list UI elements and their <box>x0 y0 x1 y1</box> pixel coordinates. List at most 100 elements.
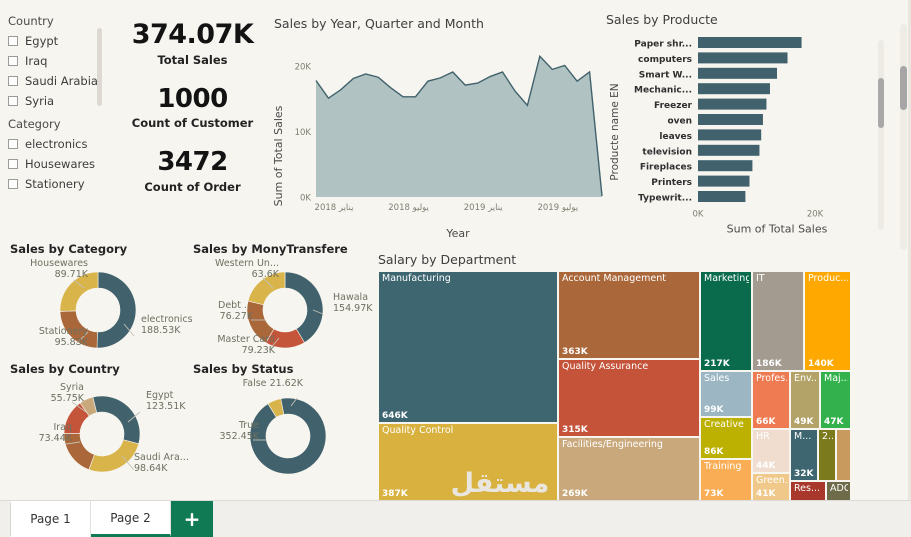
treemap-tile[interactable]: ADC <box>826 481 851 500</box>
donut-label-western-union: Western Un... 63.6K <box>193 258 279 280</box>
treemap-tile-label: Facilities/Engineering <box>562 439 663 450</box>
svg-text:0K: 0K <box>693 209 704 219</box>
treemap-tile-label: IT <box>756 273 765 284</box>
donut-label-housewares: Housewares 89.71K <box>12 258 88 280</box>
slicer-scrollbar[interactable] <box>97 28 102 106</box>
svg-text:يناير 2019: يناير 2019 <box>464 203 504 213</box>
bar-category-labels: Paper shr...computersSmart W...Mechanic.… <box>634 40 693 204</box>
donut-slices <box>250 398 326 474</box>
treemap-tile-value: 217K <box>704 359 730 369</box>
donut-sales-by-category[interactable]: Sales by Category Housewares 89.71K Stat… <box>10 242 190 364</box>
donut-label-egypt: Egypt 123.51K <box>146 390 185 412</box>
plus-icon: + <box>184 509 201 529</box>
donut-label-text: Hawala <box>333 292 368 303</box>
donut-label-text: Saudi Ara... <box>134 452 189 463</box>
page-tab-bar: Page 1 Page 2 + <box>0 500 911 537</box>
donut-label-master-card: Master Card 79.23K <box>193 334 275 356</box>
svg-text:Freezer: Freezer <box>654 101 693 111</box>
treemap-tile[interactable] <box>836 429 851 481</box>
kpi-label: Count of Order <box>120 180 265 194</box>
slicer-category-header: Category <box>8 117 116 131</box>
checkbox-icon[interactable] <box>8 56 18 66</box>
svg-text:Smart W...: Smart W... <box>639 70 692 80</box>
tab-label: Page 1 <box>30 512 71 526</box>
treemap-tile-value: 140K <box>808 359 834 369</box>
treemap-tile[interactable]: Account Management363K <box>558 271 700 359</box>
donut-sales-by-monytransfere[interactable]: Sales by MonyTransfere Western Un... 63.… <box>193 242 383 364</box>
treemap-tile[interactable]: Marketing217K <box>700 271 752 371</box>
tab-page-1[interactable]: Page 1 <box>11 501 91 537</box>
treemap-tile[interactable]: IT186K <box>752 271 804 371</box>
donut-sales-by-country[interactable]: Sales by Country Syria 55.75K Iraq 73.44… <box>10 362 190 492</box>
slicer-item-label: Syria <box>25 94 54 108</box>
slicer-item-label: Saudi Arabia <box>25 74 98 88</box>
treemap-tile[interactable]: Creative86K <box>700 417 752 459</box>
scrollbar-thumb[interactable] <box>900 66 907 110</box>
area-chart-plot: Sum of Total Sales 0K10K20K يناير 2018يو… <box>268 31 606 243</box>
checkbox-icon[interactable] <box>8 96 18 106</box>
donut-label-text: Stationery <box>39 326 88 337</box>
treemap-tile[interactable]: Profes...66K <box>752 371 790 429</box>
donut-label-value: 188.53K <box>141 325 180 336</box>
checkbox-icon[interactable] <box>8 179 18 189</box>
area-x-axis-ticks: يناير 2018يوليو 2018يناير 2019يوليو 2019 <box>315 203 579 213</box>
scrollbar-thumb[interactable] <box>878 78 884 128</box>
treemap-tile[interactable]: Quality Control387K <box>378 423 558 500</box>
donut-label-text: Western Un... <box>215 258 279 269</box>
treemap-title: Salary by Department <box>378 252 890 267</box>
treemap-tile-label: Training <box>704 461 742 472</box>
donut-label-false: False 21.62K <box>203 378 303 389</box>
bar-chart[interactable]: Sales by Producte Producte name EN Paper… <box>606 12 888 248</box>
treemap-tile-value: 315K <box>562 425 588 435</box>
treemap-tile[interactable]: Res... <box>790 481 826 500</box>
svg-text:0K: 0K <box>300 194 311 204</box>
checkbox-icon[interactable] <box>8 76 18 86</box>
treemap-tile-value: 99K <box>704 405 724 415</box>
slicer-item-electronics[interactable]: electronics <box>8 134 116 154</box>
bar-chart-scrollbar[interactable] <box>878 40 884 230</box>
slicer-category: Category electronics Housewares Statione… <box>8 117 116 194</box>
slicer-item-label: Housewares <box>25 157 95 171</box>
treemap-tile-value: 86K <box>704 447 724 457</box>
page-scrollbar[interactable] <box>900 24 907 250</box>
bar-series-group <box>698 37 802 202</box>
treemap-tile[interactable]: Facilities/Engineering269K <box>558 437 700 500</box>
svg-text:يناير 2018: يناير 2018 <box>315 203 355 213</box>
donut-title: Sales by Status <box>193 362 383 376</box>
treemap-tile-value: 47K <box>824 417 844 427</box>
checkbox-icon[interactable] <box>8 139 18 149</box>
donut-label-text: Iraq <box>53 422 72 433</box>
treemap-tile[interactable]: Sales99K <box>700 371 752 417</box>
donut-sales-by-status[interactable]: Sales by Status False 21.62K True 352.45… <box>193 362 383 492</box>
slicer-item-stationery[interactable]: Stationery <box>8 174 116 194</box>
svg-text:television: television <box>642 147 692 157</box>
area-chart[interactable]: Sales by Year, Quarter and Month Sum of … <box>268 16 606 248</box>
treemap-tile[interactable]: Env...49K <box>790 371 820 429</box>
kpi-label: Count of Customer <box>120 116 265 130</box>
treemap-tile[interactable]: HR44K <box>752 429 790 473</box>
treemap-tile[interactable]: M...32K <box>790 429 818 481</box>
treemap-tile-value: 49K <box>794 417 814 427</box>
donut-label-value: 79.23K <box>242 345 275 356</box>
donut-label-debt: Debt ... 76.27K <box>193 300 253 322</box>
treemap-tile[interactable]: Produc...140K <box>804 271 851 371</box>
svg-text:20K: 20K <box>295 63 312 73</box>
treemap-tile-value: 44K <box>756 461 776 471</box>
checkbox-icon[interactable] <box>8 36 18 46</box>
treemap-tile[interactable]: Training73K <box>700 459 752 500</box>
donut-label-value: 95.83K <box>55 337 88 348</box>
checkbox-icon[interactable] <box>8 159 18 169</box>
donut-slices <box>64 396 140 472</box>
treemap-tile[interactable]: Quality Assurance315K <box>558 359 700 437</box>
treemap-tile-label: Account Management <box>562 273 666 284</box>
treemap-tile-label: Res... <box>794 483 820 494</box>
treemap-tile[interactable]: Manufacturing646K <box>378 271 558 423</box>
add-page-button[interactable]: + <box>171 501 213 537</box>
treemap-tile[interactable]: Maj...47K <box>820 371 851 429</box>
treemap-tile[interactable]: 2... <box>818 429 836 481</box>
treemap-tiles: Manufacturing646KQuality Control387KAcco… <box>378 271 890 500</box>
treemap-salary-by-department[interactable]: Salary by Department Manufacturing646KQu… <box>378 252 890 500</box>
treemap-tile[interactable]: Green...41K <box>752 473 790 500</box>
tab-page-2[interactable]: Page 2 <box>91 501 171 537</box>
slicer-item-housewares[interactable]: Housewares <box>8 154 116 174</box>
